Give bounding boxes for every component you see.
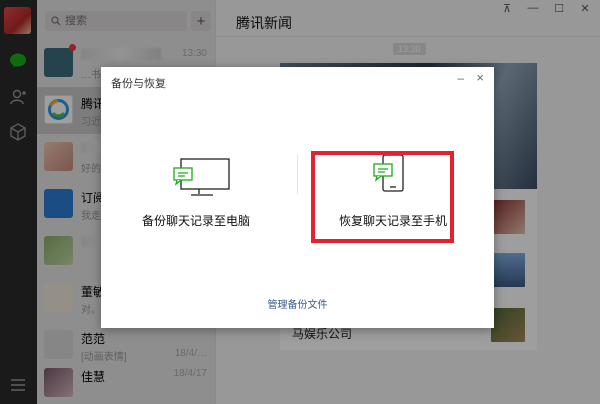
dialog-title: 备份与恢复 xyxy=(111,78,166,90)
red-highlight-box xyxy=(311,151,454,243)
computer-icon xyxy=(173,158,230,196)
backup-restore-dialog: 备份与恢复 – × 备份聊天记录至电脑 恢复聊天记录至手机 管理备份文件 xyxy=(101,67,494,328)
close-icon[interactable]: × xyxy=(476,70,484,85)
minimize-icon[interactable]: – xyxy=(457,71,464,85)
backup-label: 备份聊天记录至电脑 xyxy=(141,214,250,228)
manage-backup-link[interactable]: 管理备份文件 xyxy=(101,296,494,311)
backup-to-pc-option[interactable]: 备份聊天记录至电脑 xyxy=(121,152,271,232)
